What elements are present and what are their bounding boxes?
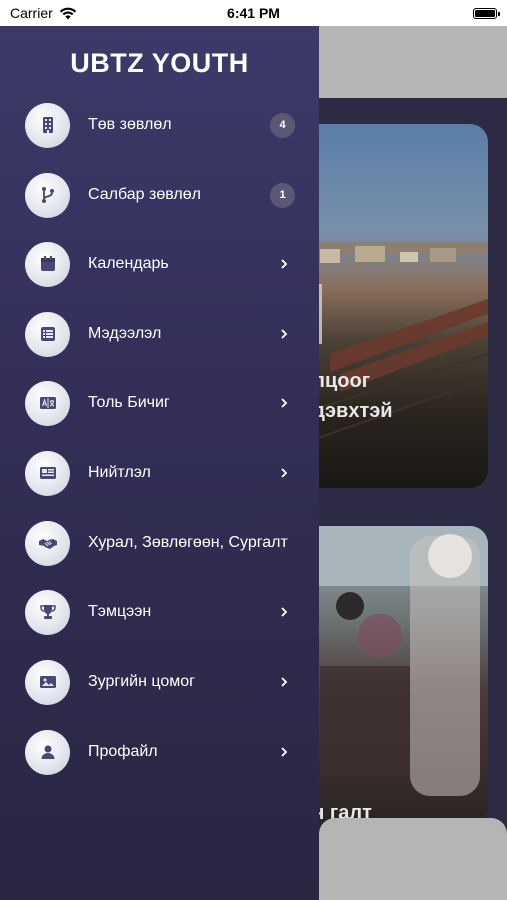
- chevron-right-icon: [279, 398, 289, 408]
- menu-item-label: Тэмцээн: [88, 603, 152, 620]
- status-bar: Carrier 6:41 PM: [0, 0, 507, 26]
- wifi-icon: [59, 7, 76, 19]
- menu-item-label: Нийтлэл: [88, 464, 151, 481]
- handshake-icon: [25, 520, 70, 566]
- count-badge: 4: [270, 112, 295, 138]
- drawer-title: UBTZ YOUTH: [70, 48, 249, 78]
- news-card-railway[interactable]: илцоог идэвхтэй: [300, 124, 488, 488]
- dictionary-icon: [25, 380, 70, 426]
- menu-item-label: Мэдээлэл: [88, 325, 162, 342]
- menu-item-label: Салбар зөвлөл: [88, 186, 201, 203]
- battery-icon: [473, 7, 500, 19]
- menu-item-news[interactable]: Мэдээлэл: [0, 309, 319, 359]
- menu-item-branch-council[interactable]: Салбар зөвлөл 1: [0, 170, 319, 220]
- menu-item-label: Төв зөвлөл: [88, 116, 172, 133]
- menu-item-label: Толь Бичиг: [88, 394, 170, 411]
- chevron-right-icon: [279, 607, 289, 617]
- menu-item-articles[interactable]: Нийтлэл: [0, 448, 319, 498]
- status-left: Carrier: [10, 5, 77, 21]
- menu-item-dictionary[interactable]: Толь Бичиг: [0, 378, 319, 428]
- chevron-right-icon: [279, 677, 289, 687]
- background-bottom-sheet: [319, 818, 507, 900]
- chevron-right-icon: [279, 468, 289, 478]
- article-icon: [25, 450, 70, 496]
- menu-item-competitions[interactable]: Тэмцээн: [0, 587, 319, 637]
- trophy-icon: [25, 589, 70, 635]
- person-icon: [25, 729, 70, 775]
- menu-item-photo-album[interactable]: Зургийн цомог: [0, 657, 319, 707]
- count-badge: 1: [270, 182, 295, 208]
- branch-icon: [25, 172, 70, 218]
- news-card-train-event[interactable]: йн галт: [300, 526, 488, 826]
- chevron-right-icon: [279, 259, 289, 269]
- carrier-label: Carrier: [10, 5, 53, 21]
- menu-item-central-council[interactable]: Төв зөвлөл 4: [0, 100, 319, 150]
- image-icon: [25, 659, 70, 705]
- chevron-right-icon: [279, 329, 289, 339]
- building-icon: [25, 102, 70, 148]
- calendar-icon: [25, 241, 70, 287]
- menu-item-meetings[interactable]: Хурал, Зөвлөгөөн, Сургалт: [0, 518, 319, 568]
- menu-item-calendar[interactable]: Календарь: [0, 239, 319, 289]
- menu-item-label: Профайл: [88, 743, 158, 760]
- side-drawer: UBTZ YOUTH Төв зөвлөл 4 Салбар зөвлөл 1 …: [0, 26, 319, 900]
- background-header: [319, 26, 507, 98]
- menu-item-profile[interactable]: Профайл: [0, 727, 319, 777]
- menu-item-label: Зургийн цомог: [88, 673, 195, 690]
- menu-item-label: Календарь: [88, 255, 169, 272]
- menu-item-label: Хурал, Зөвлөгөөн, Сургалт: [88, 534, 288, 551]
- chevron-right-icon: [279, 747, 289, 757]
- railway-photo: [300, 242, 488, 445]
- train-event-photo: [300, 526, 488, 796]
- list-icon: [25, 311, 70, 357]
